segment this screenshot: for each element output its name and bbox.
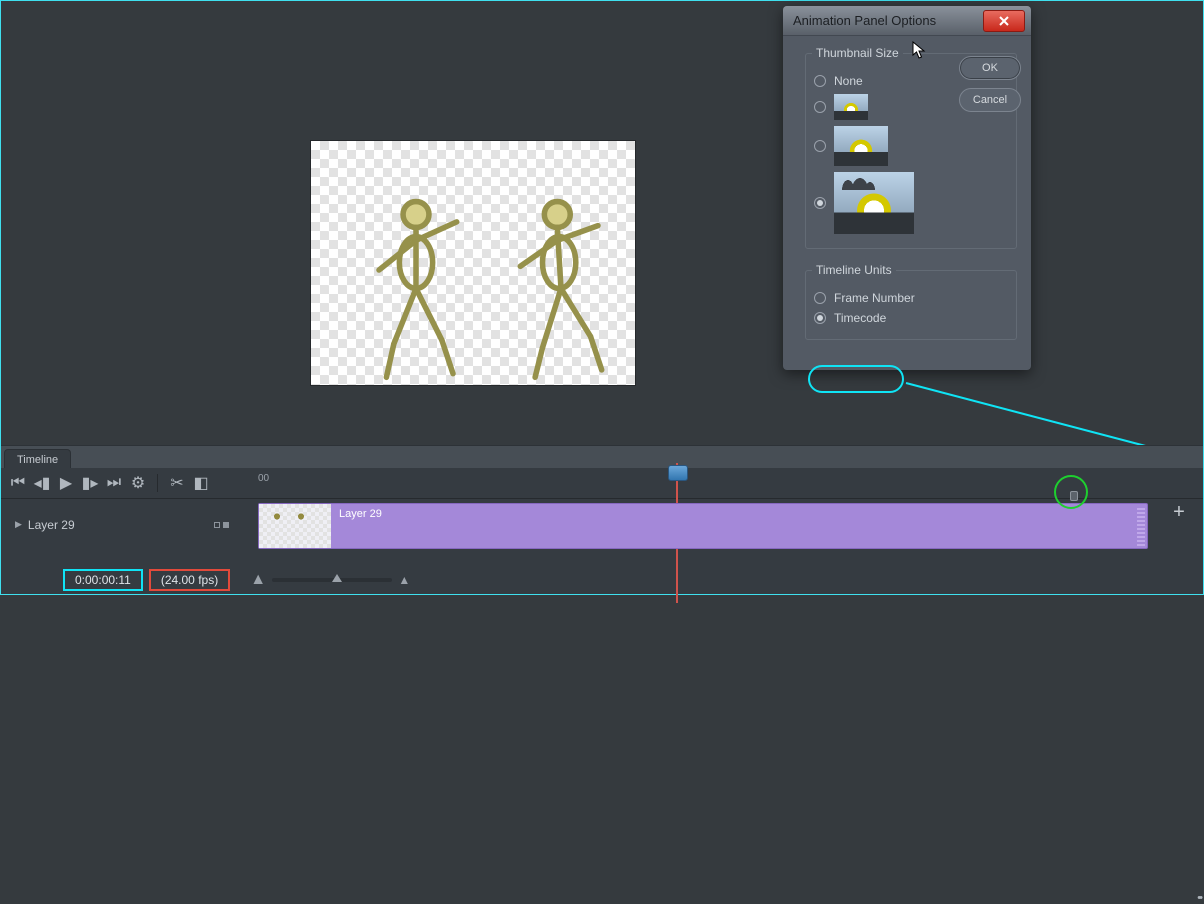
- thumb-option-large[interactable]: [814, 172, 1008, 234]
- timeline-footer: 0:00:00:11 (24.00 fps) ▲ ▲: [1, 569, 1203, 591]
- add-track-button[interactable]: +: [1169, 503, 1189, 523]
- clip-end-grip[interactable]: [1137, 506, 1145, 546]
- thumb-preview-medium: [834, 126, 888, 166]
- play-icon: ▶: [60, 473, 72, 493]
- transition-icon: ◧: [193, 473, 208, 493]
- skip-start-icon: ⏮: [11, 474, 25, 492]
- thumbnail-size-legend: Thumbnail Size: [812, 46, 903, 60]
- work-area-end[interactable]: [1070, 491, 1078, 501]
- radio-icon: [814, 75, 826, 87]
- dialog-title: Animation Panel Options: [793, 13, 936, 28]
- transition-button[interactable]: ◧: [190, 472, 212, 494]
- play-button[interactable]: ▶: [55, 472, 77, 494]
- ok-button[interactable]: OK: [959, 56, 1021, 80]
- radio-icon: [814, 292, 826, 304]
- radio-icon: [814, 101, 826, 113]
- panel-options-icon[interactable]: ••: [1197, 892, 1201, 904]
- track-area[interactable]: 00 Layer 29 +: [246, 499, 1203, 550]
- next-frame-button[interactable]: ▮▸: [79, 472, 101, 494]
- prev-frame-button[interactable]: ◂▮: [31, 472, 53, 494]
- caret-right-icon: ▶: [15, 519, 22, 530]
- settings-button[interactable]: ⚙: [127, 472, 149, 494]
- scissors-icon: ✂: [170, 473, 183, 493]
- gear-icon: ⚙: [131, 473, 145, 493]
- thumb-none-label: None: [834, 74, 863, 88]
- thumb-preview-small: [834, 94, 868, 120]
- next-frame-icon: ▮▸: [82, 473, 99, 493]
- close-button[interactable]: [983, 10, 1025, 32]
- document-canvas[interactable]: [311, 141, 635, 385]
- clip-thumbnail: [259, 504, 331, 548]
- split-button[interactable]: ✂: [166, 472, 188, 494]
- timeline-units-legend: Timeline Units: [812, 263, 896, 277]
- layer-row: ▶ Layer 29 00 Layer 29 +: [1, 498, 1203, 550]
- dialog-buttons: OK Cancel: [959, 56, 1021, 112]
- clip[interactable]: Layer 29: [258, 503, 1148, 549]
- radio-icon: [814, 312, 826, 324]
- ruler-label: 00: [258, 473, 269, 484]
- mountains-small-icon: ▲: [250, 571, 266, 589]
- layer-name: Layer 29: [28, 518, 75, 532]
- time-ruler[interactable]: 00: [258, 469, 1203, 499]
- mountains-large-icon: ▲: [398, 573, 410, 587]
- dialog-title-bar[interactable]: Animation Panel Options: [783, 6, 1031, 36]
- zoom-slider[interactable]: ▲ ▲: [250, 573, 410, 587]
- cancel-button[interactable]: Cancel: [959, 88, 1021, 112]
- timeline-units-group: Timeline Units Frame Number Timecode: [805, 263, 1017, 340]
- animation-panel-options-dialog: Animation Panel Options Thumbnail Size N…: [783, 6, 1031, 370]
- prev-frame-icon: ◂▮: [34, 473, 51, 493]
- frame-rate[interactable]: (24.00 fps): [149, 569, 230, 591]
- timeline-tab[interactable]: Timeline: [5, 450, 70, 470]
- close-icon: [998, 15, 1010, 27]
- layer-switches[interactable]: [214, 517, 236, 533]
- add-icon: +: [1173, 501, 1185, 523]
- skip-end-button[interactable]: ⏭: [103, 472, 125, 494]
- zoom-track[interactable]: [272, 578, 392, 582]
- timeline-panel: Timeline •• ⏮ ◂▮ ▶ ▮▸ ⏭ ⚙ ✂ ◧ ▶ Layer 29…: [1, 445, 1203, 594]
- skeleton-figure: [501, 196, 621, 381]
- skeleton-figure: [356, 196, 476, 381]
- radio-icon: [814, 140, 826, 152]
- clip-label: Layer 29: [331, 504, 390, 548]
- units-option-frame[interactable]: Frame Number: [814, 291, 1008, 305]
- skip-start-button[interactable]: ⏮: [7, 472, 29, 494]
- skip-end-icon: ⏭: [107, 474, 121, 492]
- thumb-option-medium[interactable]: [814, 126, 1008, 166]
- radio-icon: [814, 197, 826, 209]
- current-timecode[interactable]: 0:00:00:11: [63, 569, 143, 591]
- thumb-preview-large: [834, 172, 914, 234]
- units-option-timecode[interactable]: Timecode: [814, 311, 1008, 325]
- units-timecode-label: Timecode: [834, 311, 886, 325]
- layer-header[interactable]: ▶ Layer 29: [1, 517, 246, 533]
- separator: [157, 474, 158, 492]
- units-frame-label: Frame Number: [834, 291, 915, 305]
